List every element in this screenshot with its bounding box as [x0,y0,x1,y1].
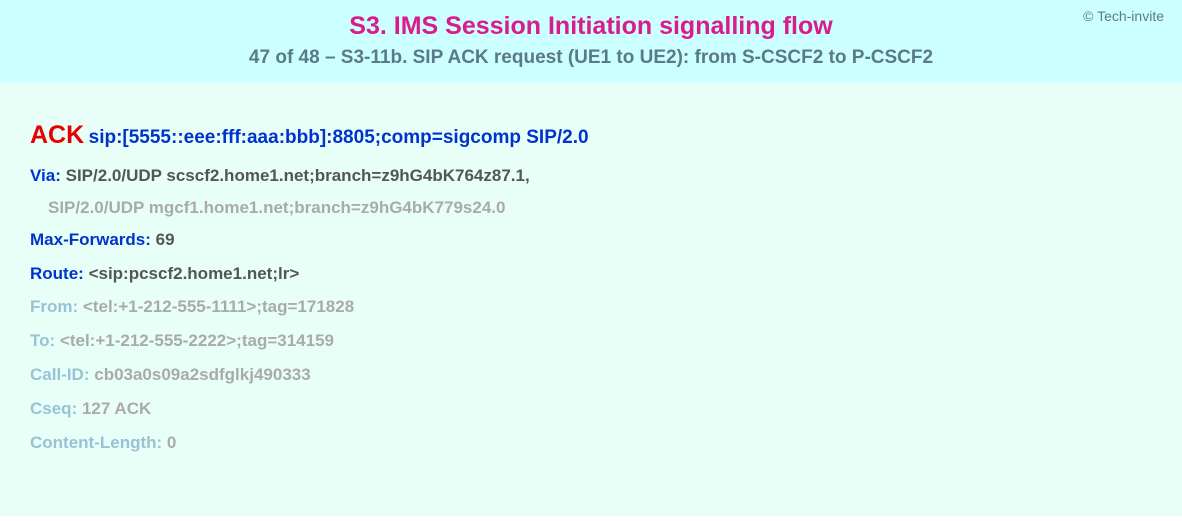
content-length-value: 0 [167,433,176,452]
via-header-value-1: SIP/2.0/UDP scscf2.home1.net;branch=z9hG… [66,166,530,185]
route-value: <sip:pcscf2.home1.net;lr> [89,264,300,283]
route-header: Route: <sip:pcscf2.home1.net;lr> [30,262,1152,286]
to-value: <tel:+1-212-555-2222>;tag=314159 [60,331,334,350]
document-header: © Tech-invite S3. IMS Session Initiation… [0,0,1182,83]
route-name: Route: [30,264,84,283]
copyright-text: © Tech-invite [1083,8,1164,24]
document-subtitle: 47 of 48 – S3-11b. SIP ACK request (UE1 … [20,47,1162,69]
document-title: S3. IMS Session Initiation signalling fl… [20,12,1162,41]
to-name: To: [30,331,55,350]
sip-request-uri: sip:[5555::eee:fff:aaa:bbb]:8805;comp=si… [89,127,589,148]
sip-request-line: ACK sip:[5555::eee:fff:aaa:bbb]:8805;com… [30,121,1152,150]
from-value: <tel:+1-212-555-1111>;tag=171828 [83,297,354,316]
call-id-value: cb03a0s09a2sdfglkj490333 [94,365,310,384]
sip-method: ACK [30,121,84,149]
cseq-name: Cseq: [30,399,77,418]
max-forwards-name: Max-Forwards: [30,230,151,249]
from-name: From: [30,297,78,316]
from-header: From: <tel:+1-212-555-1111>;tag=171828 [30,295,1152,319]
to-header: To: <tel:+1-212-555-2222>;tag=314159 [30,329,1152,353]
cseq-header: Cseq: 127 ACK [30,397,1152,421]
max-forwards-header: Max-Forwards: 69 [30,228,1152,252]
cseq-value: 127 ACK [82,399,151,418]
via-header: Via: SIP/2.0/UDP scscf2.home1.net;branch… [30,164,1152,188]
call-id-name: Call-ID: [30,365,90,384]
content-length-header: Content-Length: 0 [30,431,1152,455]
via-header-continuation: SIP/2.0/UDP mgcf1.home1.net;branch=z9hG4… [30,198,1152,218]
call-id-header: Call-ID: cb03a0s09a2sdfglkj490333 [30,363,1152,387]
via-header-value-2: SIP/2.0/UDP mgcf1.home1.net;branch=z9hG4… [48,198,505,217]
content-length-name: Content-Length: [30,433,162,452]
max-forwards-value: 69 [156,230,175,249]
via-header-name: Via: [30,166,61,185]
sip-message-content: ACK sip:[5555::eee:fff:aaa:bbb]:8805;com… [0,83,1182,516]
